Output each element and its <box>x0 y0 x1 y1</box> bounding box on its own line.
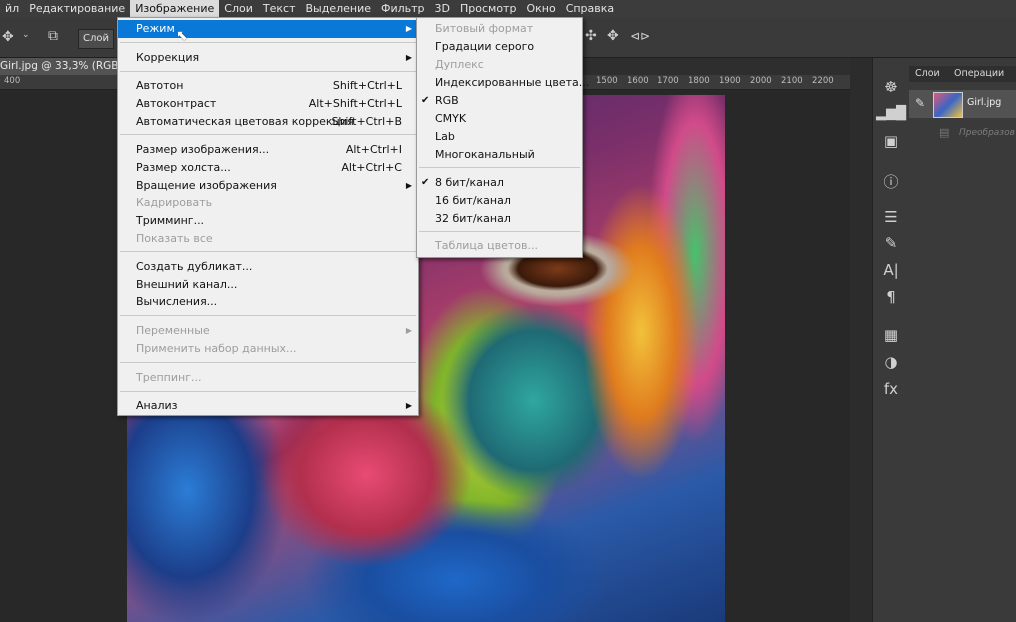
menubar-item[interactable]: Фильтр <box>376 0 430 17</box>
document-icon: ▤ <box>939 126 950 139</box>
menubar-item[interactable]: Справка <box>561 0 619 17</box>
layer-name: Girl.jpg <box>967 97 1002 108</box>
adjustment-layer-icon[interactable]: ◑ <box>873 353 909 371</box>
layers-panel-tabs: Слои Операции <box>909 66 1016 82</box>
panel-icon-column: ☸ ▂▆█ ▣ ⓘ ☰ ✎ A| ¶ ▦ ◑ fx <box>872 58 910 622</box>
menu-item-16-bit[interactable]: 16 бит/канал <box>417 192 582 210</box>
grid-icon[interactable]: ▦ <box>873 326 909 344</box>
menubar-item[interactable]: Текст <box>258 0 301 17</box>
menubar-item[interactable]: Просмотр <box>455 0 521 17</box>
menu-item-calculations[interactable]: Вычисления... <box>118 293 418 311</box>
menu-item-image-size[interactable]: Размер изображения... Alt+Ctrl+I <box>118 141 418 159</box>
menu-item-apply-data-set[interactable]: Применить набор данных... <box>118 340 418 358</box>
ruler-tick-label: 1700 <box>657 76 679 86</box>
brush-icon[interactable]: ✎ <box>873 234 909 252</box>
menu-item-grayscale[interactable]: Градации серого <box>417 38 582 56</box>
move-tool-icon[interactable]: ✥ <box>2 29 14 45</box>
ruler-tick-label: 400 <box>4 76 21 86</box>
styles-fx-icon[interactable]: fx <box>873 380 909 398</box>
ruler-tick-label: 1500 <box>596 76 618 86</box>
submenu-arrow-icon: ▶ <box>405 401 412 410</box>
3d-orbit-icon[interactable]: ✣ <box>585 28 597 44</box>
menubar-item[interactable]: йл <box>0 0 24 17</box>
tab-layers[interactable]: Слои <box>915 66 940 82</box>
chevron-down-icon[interactable]: ⌄ <box>22 30 30 40</box>
menubar-item[interactable]: Изображение <box>130 0 220 17</box>
menu-item-multichannel[interactable]: Многоканальный <box>417 146 582 164</box>
tab-actions[interactable]: Операции <box>954 66 1004 82</box>
ruler-tick-label: 2200 <box>812 76 834 86</box>
checkmark-icon: ✔ <box>421 95 430 106</box>
layer-thumbnail <box>933 92 963 118</box>
layer-row[interactable]: ▤ Преобразов <box>909 124 1016 144</box>
menu-item-auto-color[interactable]: Автоматическая цветовая коррекция Shift+C… <box>118 113 418 131</box>
menu-item-cmyk[interactable]: CMYK <box>417 110 582 128</box>
menu-item-color-table[interactable]: Таблица цветов... <box>417 237 582 255</box>
menubar-item[interactable]: Редактирование <box>24 0 130 17</box>
brush-icon: ✎ <box>915 96 926 110</box>
navigator-icon[interactable]: ☸ <box>873 78 909 96</box>
swatches-icon[interactable]: ▣ <box>873 132 909 150</box>
layer-row[interactable]: ✎ Girl.jpg <box>909 90 1016 118</box>
layers-stack-icon[interactable]: ⧉ <box>48 28 58 44</box>
menu-item-mode[interactable]: Режим ▶ <box>118 20 418 38</box>
histogram-icon[interactable]: ▂▆█ <box>873 106 909 121</box>
menu-item-image-rotation[interactable]: Вращение изображения ▶ <box>118 177 418 195</box>
ruler-tick-label: 1900 <box>719 76 741 86</box>
layers-panel: Слои Операции ✎ Girl.jpg ▤ Преобразов <box>909 58 1016 622</box>
image-menu: Режим ▶ Коррекция ▶ Автотон Shift+Ctrl+L Ав… <box>117 17 419 416</box>
submenu-arrow-icon: ▶ <box>405 24 412 33</box>
info-icon[interactable]: ⓘ <box>873 171 909 192</box>
mode-submenu: Битовый формат Градации серого Дуплекс И… <box>416 17 589 258</box>
ruler-tick-label: 2000 <box>750 76 772 86</box>
menu-item-reveal-all[interactable]: Показать все <box>118 230 418 248</box>
menu-item-crop[interactable]: Кадрировать <box>118 194 418 212</box>
menu-item-bitmap[interactable]: Битовый формат <box>417 20 582 38</box>
character-icon[interactable]: A| <box>873 261 909 279</box>
menu-item-8-bit[interactable]: ✔ 8 бит/канал <box>417 174 582 192</box>
menubar-item[interactable]: 3D <box>430 0 455 17</box>
menu-item-adjustments[interactable]: Коррекция ▶ <box>118 49 418 67</box>
menu-item-variables[interactable]: Переменные ▶ <box>118 322 418 340</box>
menu-item-indexed-color[interactable]: Индексированные цвета... <box>417 74 589 92</box>
panel-collapse-strip <box>850 58 872 622</box>
3d-slide-icon[interactable]: ⊲⊳ <box>630 29 650 43</box>
menu-item-lab[interactable]: Lab <box>417 128 582 146</box>
cursor-icon: ⬉ <box>176 28 188 44</box>
submenu-arrow-icon: ▶ <box>405 326 412 335</box>
menu-item-auto-tone[interactable]: Автотон Shift+Ctrl+L <box>118 77 418 95</box>
menubar-item[interactable]: Слои <box>219 0 258 17</box>
layer-name: Преобразов <box>959 128 1015 138</box>
adjustments-sliders-icon[interactable]: ☰ <box>873 208 909 226</box>
paragraph-icon[interactable]: ¶ <box>873 288 909 306</box>
menu-item-auto-contrast[interactable]: Автоконтраст Alt+Shift+Ctrl+L <box>118 95 418 113</box>
submenu-arrow-icon: ▶ <box>405 53 412 62</box>
menubar-item[interactable]: Выделение <box>300 0 376 17</box>
menu-item-trap[interactable]: Треппинг... <box>118 369 418 387</box>
ruler-tick-label: 1600 <box>627 76 649 86</box>
submenu-arrow-icon: ▶ <box>405 181 412 190</box>
menu-item-duplicate[interactable]: Создать дубликат... <box>118 258 418 276</box>
menu-item-rgb[interactable]: ✔ RGB <box>417 92 582 110</box>
menu-item-32-bit[interactable]: 32 бит/канал <box>417 210 582 228</box>
menu-item-apply-image[interactable]: Внешний канал... <box>118 276 418 294</box>
menu-bar: йл Редактирование Изображение Слои Текст Выде… <box>0 0 1016 17</box>
3d-pan-icon[interactable]: ✥ <box>607 28 619 44</box>
menu-item-canvas-size[interactable]: Размер холста... Alt+Ctrl+C <box>118 159 418 177</box>
checkmark-icon: ✔ <box>421 177 430 188</box>
menu-item-trim[interactable]: Тримминг... <box>118 212 418 230</box>
menu-item-analysis[interactable]: Анализ ▶ <box>118 397 418 415</box>
menu-item-duotone[interactable]: Дуплекс <box>417 56 582 74</box>
ruler-tick-label: 2100 <box>781 76 803 86</box>
ruler-tick-label: 1800 <box>688 76 710 86</box>
menubar-item[interactable]: Окно <box>521 0 560 17</box>
auto-select-dropdown[interactable]: Слой <box>78 29 114 49</box>
